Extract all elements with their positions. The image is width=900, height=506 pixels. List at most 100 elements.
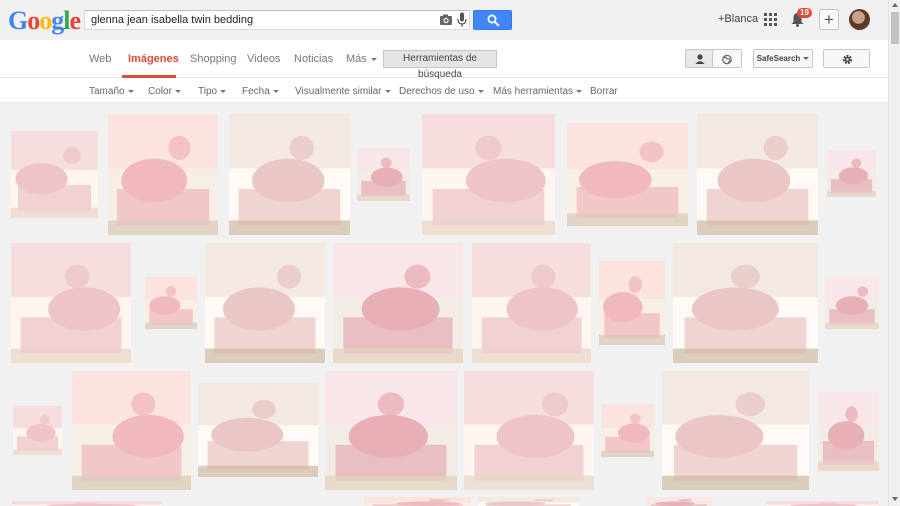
image-result-thumbnail[interactable] bbox=[464, 371, 594, 490]
active-tab-indicator bbox=[122, 75, 176, 78]
chevron-down-icon bbox=[220, 89, 227, 93]
image-result-thumbnail[interactable] bbox=[827, 150, 876, 197]
thumbnail-image bbox=[673, 243, 818, 363]
tool-label: Derechos de uso bbox=[399, 86, 475, 97]
chevron-down-icon bbox=[370, 57, 377, 61]
thumbnail-image bbox=[646, 497, 712, 506]
chevron-down-icon bbox=[477, 89, 484, 93]
thumbnail-image bbox=[662, 371, 809, 490]
scrollbar-thumb[interactable] bbox=[891, 12, 899, 44]
user-profile-link[interactable]: +Blanca bbox=[718, 13, 758, 25]
tab-shopping[interactable]: Shopping bbox=[190, 53, 237, 65]
search-button[interactable] bbox=[473, 10, 512, 30]
image-result-thumbnail[interactable] bbox=[646, 497, 712, 506]
tool-type-dropdown[interactable]: Tipo bbox=[198, 86, 227, 97]
chevron-down-icon bbox=[803, 57, 810, 61]
image-result-thumbnail[interactable] bbox=[11, 243, 131, 363]
tool-visually-similar-dropdown[interactable]: Visualmente similar bbox=[295, 86, 391, 97]
image-result-thumbnail[interactable] bbox=[818, 392, 879, 471]
image-result-thumbnail[interactable] bbox=[601, 404, 654, 457]
image-result-thumbnail[interactable] bbox=[11, 131, 98, 218]
thumbnail-image bbox=[827, 150, 876, 197]
camera-icon[interactable] bbox=[439, 13, 453, 27]
image-result-thumbnail[interactable] bbox=[697, 114, 818, 235]
thumbnail-image bbox=[72, 371, 191, 490]
scroll-up-arrow-icon[interactable] bbox=[892, 3, 898, 7]
image-result-thumbnail[interactable] bbox=[205, 243, 325, 363]
tab-more-label: Más bbox=[346, 53, 367, 65]
share-plus-button[interactable]: + bbox=[819, 9, 839, 30]
thumbnail-image bbox=[472, 243, 591, 363]
thumbnail-image bbox=[205, 243, 325, 363]
gear-icon bbox=[842, 54, 853, 65]
settings-button[interactable] bbox=[823, 49, 870, 68]
image-result-thumbnail[interactable] bbox=[229, 114, 350, 235]
image-result-thumbnail[interactable] bbox=[673, 243, 818, 363]
search-query: glenna jean isabella twin bedding bbox=[91, 14, 254, 26]
image-result-thumbnail[interactable] bbox=[325, 371, 457, 490]
thumbnail-image bbox=[325, 371, 457, 490]
image-result-thumbnail[interactable] bbox=[422, 114, 555, 235]
tool-label: Tamaño bbox=[89, 86, 125, 97]
microphone-icon[interactable] bbox=[457, 12, 467, 28]
personal-results-toggle[interactable] bbox=[685, 49, 713, 68]
image-result-thumbnail[interactable] bbox=[72, 371, 191, 490]
thumbnail-image bbox=[825, 277, 879, 329]
image-result-thumbnail[interactable] bbox=[198, 383, 318, 477]
image-result-thumbnail[interactable] bbox=[364, 497, 471, 506]
tool-color-dropdown[interactable]: Color bbox=[148, 86, 181, 97]
tool-more-tools-dropdown[interactable]: Más herramientas bbox=[493, 86, 583, 97]
logo-letter: e bbox=[69, 6, 81, 35]
image-result-thumbnail[interactable] bbox=[333, 243, 463, 363]
thumbnail-image bbox=[145, 277, 197, 329]
apps-grid-icon[interactable] bbox=[764, 13, 777, 26]
tool-label: Fecha bbox=[242, 86, 270, 97]
image-results-grid bbox=[0, 103, 888, 506]
image-result-thumbnail[interactable] bbox=[766, 501, 879, 506]
search-tools-button[interactable]: Herramientas de búsqueda bbox=[383, 50, 497, 80]
tab-news[interactable]: Noticias bbox=[294, 53, 333, 65]
tab-more[interactable]: Más bbox=[346, 53, 377, 65]
thumbnail-image bbox=[333, 243, 463, 363]
thumbnail-image bbox=[464, 371, 594, 490]
chevron-down-icon bbox=[174, 89, 181, 93]
avatar[interactable] bbox=[849, 9, 870, 30]
scroll-down-arrow-icon[interactable] bbox=[892, 497, 898, 501]
image-result-thumbnail[interactable] bbox=[567, 123, 688, 226]
thumbnail-image bbox=[478, 497, 579, 506]
tool-clear-link[interactable]: Borrar bbox=[590, 86, 618, 97]
tab-videos[interactable]: Videos bbox=[247, 53, 280, 65]
page-scrollbar[interactable] bbox=[888, 0, 900, 506]
chevron-down-icon bbox=[127, 89, 134, 93]
search-input[interactable]: glenna jean isabella twin bedding bbox=[84, 10, 470, 30]
image-result-thumbnail[interactable] bbox=[662, 371, 809, 490]
tool-size-dropdown[interactable]: Tamaño bbox=[89, 86, 134, 97]
thumbnail-image bbox=[364, 497, 471, 506]
image-result-thumbnail[interactable] bbox=[12, 501, 162, 506]
thumbnail-image bbox=[108, 114, 218, 235]
global-results-toggle[interactable] bbox=[713, 49, 742, 68]
tool-date-dropdown[interactable]: Fecha bbox=[242, 86, 279, 97]
search-tools-bar: Tamaño Color Tipo Fecha Visualmente simi… bbox=[0, 79, 888, 103]
person-icon bbox=[695, 54, 705, 64]
globe-icon bbox=[722, 54, 732, 65]
image-result-thumbnail[interactable] bbox=[478, 497, 579, 506]
safesearch-dropdown[interactable]: SafeSearch bbox=[753, 49, 813, 68]
image-result-thumbnail[interactable] bbox=[472, 243, 591, 363]
notification-count-badge[interactable]: 19 bbox=[797, 8, 812, 18]
image-result-thumbnail[interactable] bbox=[599, 261, 665, 345]
thumbnail-image bbox=[697, 114, 818, 235]
image-result-thumbnail[interactable] bbox=[13, 406, 62, 455]
tool-label: Más herramientas bbox=[493, 86, 574, 97]
tool-usage-rights-dropdown[interactable]: Derechos de uso bbox=[399, 86, 484, 97]
image-result-thumbnail[interactable] bbox=[108, 114, 218, 235]
image-result-thumbnail[interactable] bbox=[145, 277, 197, 329]
thumbnail-image bbox=[357, 148, 410, 201]
google-logo[interactable]: Google bbox=[8, 6, 81, 35]
thumbnail-image bbox=[11, 131, 98, 218]
image-result-thumbnail[interactable] bbox=[825, 277, 879, 329]
tab-images[interactable]: Imágenes bbox=[128, 53, 179, 65]
image-result-thumbnail[interactable] bbox=[357, 148, 410, 201]
tab-web[interactable]: Web bbox=[89, 53, 111, 65]
thumbnail-image bbox=[198, 383, 318, 477]
